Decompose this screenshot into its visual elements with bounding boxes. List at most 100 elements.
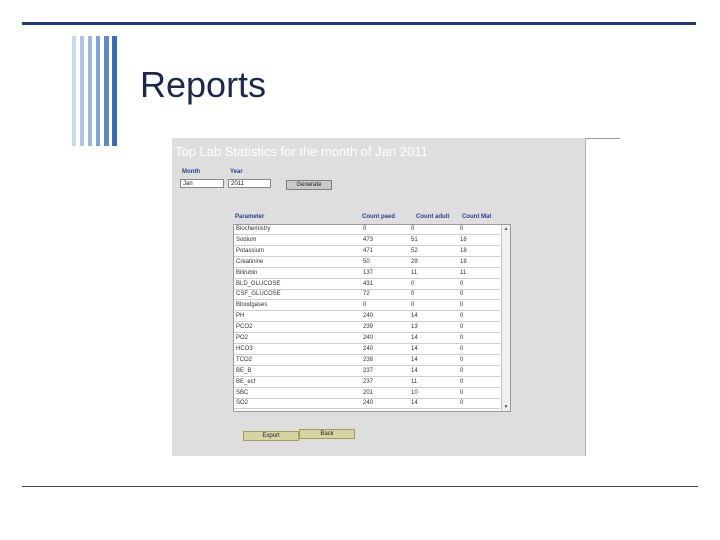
cell-count-adult: 51 (411, 236, 418, 243)
cell-count-adult: 0 (411, 280, 415, 287)
table-row: PO2 240 14 0 (234, 334, 500, 344)
cell-count-adult: 0 (411, 302, 415, 309)
cell-count-paed: 72 (363, 291, 370, 298)
cell-count-paed: 240 (363, 400, 374, 407)
cell-count-adult: 11 (411, 269, 418, 276)
deco-bar (80, 36, 84, 146)
generate-button[interactable]: Generate (286, 180, 332, 190)
cell-parameter: PO2 (236, 335, 249, 341)
cell-count-mat: 0 (460, 400, 464, 407)
table-row: SBC 201 10 0 (234, 389, 500, 399)
table-row: BLD_GLUCOSE 431 0 0 (234, 280, 500, 290)
cell-count-adult: 0 (411, 291, 415, 298)
cell-count-mat: 0 (460, 226, 464, 232)
cell-count-adult: 14 (411, 345, 418, 352)
cell-parameter: HCO3 (236, 345, 253, 352)
cell-count-paed: 473 (363, 236, 374, 243)
deco-bar (104, 36, 109, 146)
col-count-adult: Count adult (416, 214, 450, 220)
cell-parameter: Biochemistry (236, 226, 271, 232)
year-label: Year (230, 169, 243, 175)
cell-parameter: Bilirubin (236, 269, 258, 276)
cell-count-paed: 201 (363, 389, 374, 396)
cell-count-mat: 0 (460, 280, 464, 287)
cell-parameter: BLD_GLUCOSE (236, 280, 281, 287)
cell-parameter: Bloodgases (236, 302, 268, 309)
cell-count-paed: 237 (363, 367, 374, 374)
table-row: Bilirubin 137 11 11 (234, 269, 500, 279)
cell-parameter: PH (236, 313, 245, 320)
table-row: BE_ecf 237 11 0 (234, 378, 500, 388)
cell-count-mat: 0 (460, 291, 464, 298)
deco-bar (88, 36, 92, 146)
col-parameter: Parameter (235, 214, 265, 220)
cell-count-paed: 431 (363, 280, 374, 287)
col-count-paed: Count paed (362, 214, 395, 220)
cell-count-mat: 18 (460, 236, 467, 243)
cell-count-adult: 10 (411, 389, 418, 396)
cell-count-mat: 18 (460, 247, 467, 254)
year-input[interactable]: 2011 (228, 179, 271, 188)
back-button[interactable]: Back (299, 429, 355, 439)
cell-count-adult: 0 (411, 226, 415, 232)
cell-count-mat: 18 (460, 258, 467, 265)
table-row: CSF_GLUCOSE 72 0 0 (234, 290, 500, 301)
cell-count-paed: 0 (363, 226, 367, 232)
cell-count-paed: 0 (363, 302, 367, 309)
cell-count-adult: 29 (411, 258, 418, 265)
cell-count-mat: 0 (460, 302, 464, 309)
table-scrollbar[interactable]: ▲ ▼ (501, 225, 510, 411)
month-input[interactable]: Jan (180, 179, 224, 188)
cell-count-adult: 14 (411, 335, 418, 341)
scroll-down-icon[interactable]: ▼ (503, 404, 509, 410)
cell-parameter: Potassium (236, 247, 265, 254)
cell-count-paed: 471 (363, 247, 374, 254)
cell-parameter: Sodium (236, 236, 257, 243)
top-rule (22, 22, 696, 25)
table-row: BE_B 237 14 0 (234, 367, 500, 377)
cell-count-paed: 240 (363, 335, 374, 341)
table-row: PCO2 239 13 0 (234, 323, 500, 334)
cell-parameter: BE_ecf (236, 378, 256, 385)
cell-count-paed: 137 (363, 269, 374, 276)
scroll-up-icon[interactable]: ▲ (503, 226, 509, 232)
cell-count-paed: 240 (363, 313, 374, 320)
cell-count-paed: 237 (363, 378, 374, 385)
bottom-rule (22, 486, 698, 487)
export-button[interactable]: Export (243, 431, 299, 441)
cell-count-paed: 240 (363, 345, 374, 352)
cell-count-paed: 239 (363, 324, 374, 331)
cell-count-adult: 14 (411, 400, 418, 407)
deco-bar (112, 36, 117, 146)
table-row: Sodium 473 51 18 (234, 236, 500, 246)
cell-parameter: TCO2 (236, 356, 253, 363)
cell-count-mat: 0 (460, 313, 464, 320)
cell-parameter: SO2 (236, 400, 249, 407)
table-row: Creatinine 50 29 18 (234, 258, 500, 268)
cell-count-adult: 14 (411, 313, 418, 320)
cell-parameter: CSF_GLUCOSE (236, 291, 281, 298)
month-label: Month (182, 169, 200, 175)
slide-title: Reports (140, 64, 267, 105)
cell-count-paed: 238 (363, 356, 374, 363)
cell-parameter: BE_B (236, 367, 252, 374)
table-row: HCO3 240 14 0 (234, 345, 500, 355)
report-title: Top Lab Statistics for the month of Jan … (175, 144, 428, 159)
col-count-mat: Count Mat (462, 214, 492, 220)
cell-count-mat: 0 (460, 345, 464, 352)
report-screenshot: Top Lab Statistics for the month of Jan … (172, 138, 586, 456)
cell-count-adult: 14 (411, 356, 418, 363)
table-row: Bloodgases 0 0 0 (234, 301, 500, 312)
cell-count-mat: 0 (460, 378, 464, 385)
cell-count-adult: 13 (411, 324, 418, 331)
cell-count-mat: 0 (460, 335, 464, 341)
deco-bar (72, 36, 76, 146)
deco-bar (96, 36, 100, 146)
cell-parameter: Creatinine (236, 258, 264, 265)
cell-count-paed: 50 (363, 258, 370, 265)
cell-parameter: PCO2 (236, 324, 253, 331)
cell-count-mat: 0 (460, 367, 464, 374)
table-row: Potassium 471 52 18 (234, 247, 500, 257)
cell-count-mat: 11 (460, 269, 467, 276)
lab-statistics-table[interactable]: ▲ ▼ Biochemistry 0 0 0 Sodium 473 51 18 Potassiu… (233, 224, 511, 412)
